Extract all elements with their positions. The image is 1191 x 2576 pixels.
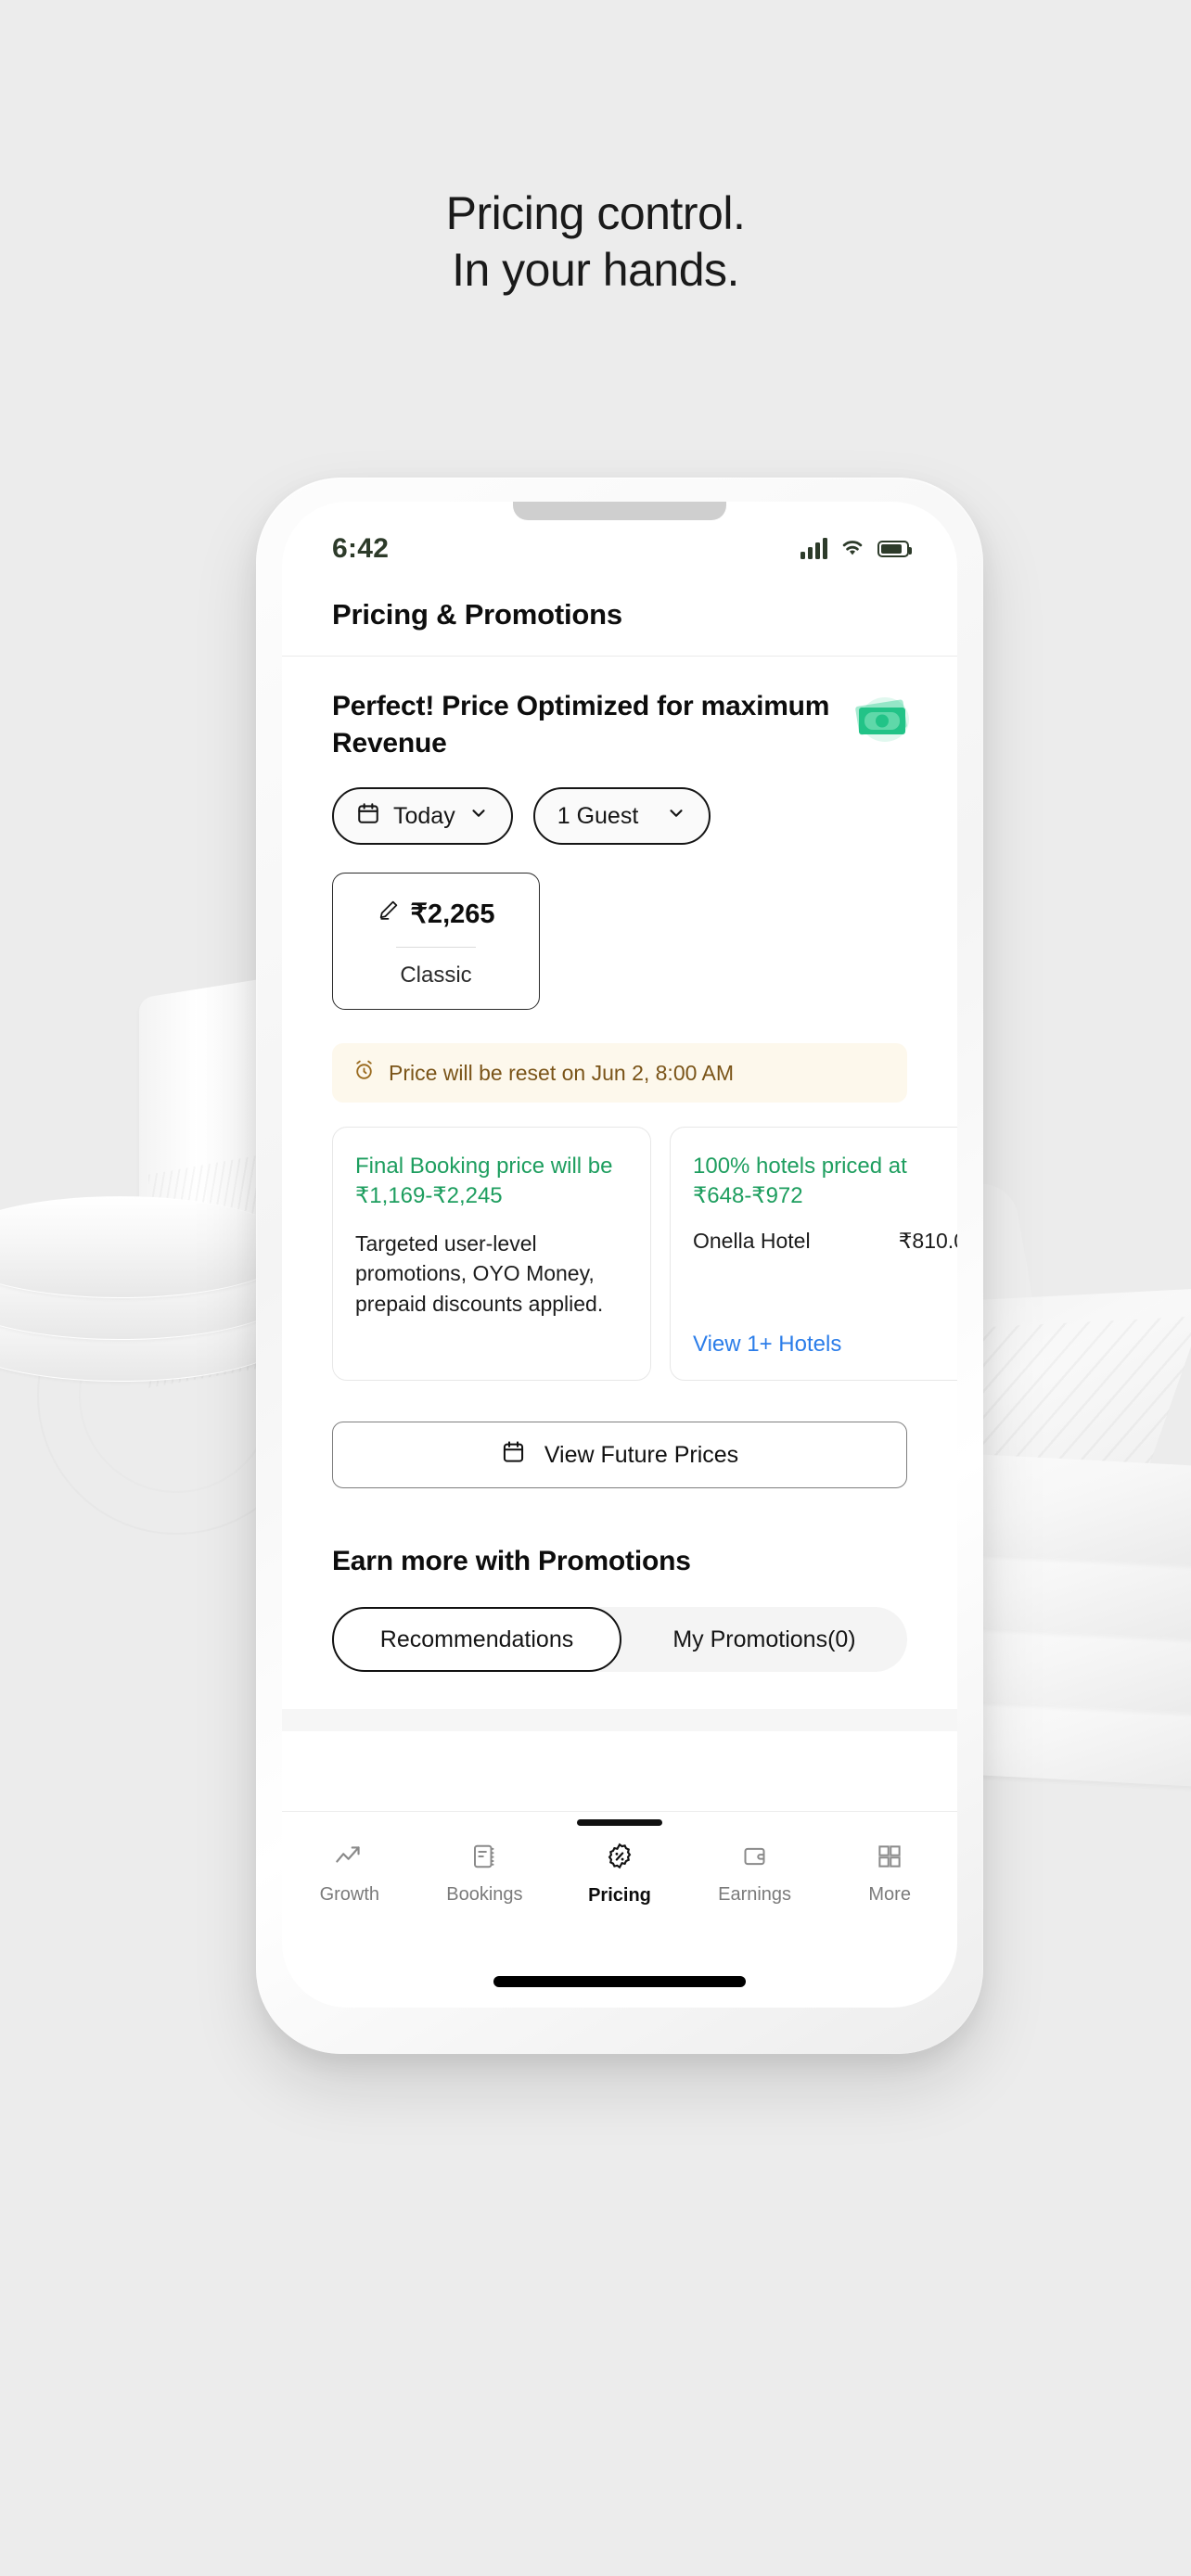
content-spacer — [282, 1672, 957, 1710]
calendar-icon — [356, 801, 380, 832]
final-booking-price-body: Targeted user-level promotions, OYO Mone… — [355, 1231, 604, 1316]
hotel-row: Onella Hotel ₹810.0 — [693, 1229, 957, 1254]
date-filter-label: Today — [393, 802, 455, 829]
active-tab-indicator — [577, 1819, 662, 1826]
hero-title: Perfect! Price Optimized for maximum Rev… — [332, 691, 830, 759]
wifi-icon — [839, 537, 865, 562]
nav-label-earnings: Earnings — [718, 1883, 792, 1905]
grid-menu-icon — [876, 1843, 903, 1875]
promotions-tabs: Recommendations My Promotions(0) — [332, 1607, 907, 1673]
promo-headline-line-2: In your hands. — [452, 244, 739, 296]
nav-label-growth: Growth — [319, 1883, 380, 1905]
guest-filter-label: 1 Guest — [557, 802, 639, 829]
hero-section: Perfect! Price Optimized for maximum Rev… — [282, 657, 957, 761]
pencil-edit-icon[interactable] — [377, 899, 400, 929]
phone-mockup: 6:42 Pricing & Promotions Perfect! Price… — [256, 478, 983, 2054]
page-content: Perfect! Price Optimized for maximum Rev… — [282, 657, 957, 1732]
battery-icon — [877, 541, 912, 557]
final-booking-price-heading: Final Booking price will be ₹1,169-₹2,24… — [355, 1154, 613, 1209]
chevron-down-icon — [666, 803, 686, 830]
hotels-priced-heading: 100% hotels priced at ₹648-₹972 — [693, 1154, 907, 1209]
promo-headline: Pricing control. In your hands. — [0, 185, 1191, 299]
view-future-prices-button[interactable]: View Future Prices — [332, 1422, 907, 1489]
view-future-prices-label: View Future Prices — [544, 1441, 739, 1468]
notebook-icon — [470, 1843, 498, 1875]
tab-recommendations-label: Recommendations — [379, 1626, 574, 1652]
tab-my-promotions[interactable]: My Promotions(0) — [621, 1607, 907, 1672]
promo-headline-line-1: Pricing control. — [445, 187, 746, 239]
promotions-section-title: Earn more with Promotions — [332, 1546, 691, 1577]
phone-notch — [513, 502, 726, 520]
room-price-card[interactable]: ₹2,265 Classic — [332, 873, 540, 1011]
filter-chips: Today 1 Guest — [282, 761, 957, 846]
alarm-clock-icon — [352, 1059, 376, 1087]
app-header: Pricing & Promotions — [282, 580, 957, 657]
info-cards-row: Final Booking price will be ₹1,169-₹2,24… — [282, 1103, 957, 1382]
bottom-navigation: Growth Bookings Pricing Earnings More — [282, 1811, 957, 1928]
nav-item-bookings[interactable]: Bookings — [417, 1843, 553, 1906]
money-banknote-icon — [848, 692, 915, 747]
hotel-name: Onella Hotel — [693, 1228, 811, 1253]
room-price-value: ₹2,265 — [410, 899, 495, 930]
price-card-divider — [396, 947, 476, 949]
nav-label-pricing: Pricing — [588, 1884, 651, 1906]
guest-filter-chip[interactable]: 1 Guest — [532, 787, 711, 846]
room-type-label: Classic — [400, 963, 472, 988]
phone-screen: 6:42 Pricing & Promotions Perfect! Price… — [282, 502, 957, 2008]
hotels-priced-card: 100% hotels priced at ₹648-₹972 Onella H… — [670, 1127, 957, 1382]
hotel-price: ₹810.0 — [898, 1228, 957, 1253]
chevron-down-icon — [468, 803, 489, 830]
nav-item-pricing[interactable]: Pricing — [552, 1842, 687, 1906]
nav-item-earnings[interactable]: Earnings — [687, 1843, 823, 1906]
tab-my-promotions-label: My Promotions(0) — [672, 1626, 856, 1652]
price-row: ₹2,265 — [342, 898, 530, 930]
wallet-icon — [740, 1843, 769, 1875]
date-filter-chip[interactable]: Today — [332, 787, 513, 846]
nav-item-more[interactable]: More — [822, 1843, 957, 1906]
home-indicator — [493, 1976, 746, 1987]
discount-badge-icon — [605, 1842, 634, 1876]
cellular-signal-icon — [800, 538, 827, 559]
calendar-icon — [501, 1439, 526, 1471]
content-bottom-strip — [282, 1709, 957, 1732]
final-booking-price-card: Final Booking price will be ₹1,169-₹2,24… — [332, 1127, 651, 1382]
trending-up-icon — [334, 1843, 365, 1875]
page-title: Pricing & Promotions — [332, 598, 622, 631]
nav-label-more: More — [868, 1883, 911, 1905]
nav-label-bookings: Bookings — [446, 1883, 523, 1905]
view-hotels-link[interactable]: View 1+ Hotels — [693, 1332, 841, 1358]
price-reset-alert-text: Price will be reset on Jun 2, 8:00 AM — [389, 1060, 735, 1085]
status-bar-icons — [800, 537, 912, 562]
price-reset-alert: Price will be reset on Jun 2, 8:00 AM — [332, 1043, 907, 1103]
status-bar-time: 6:42 — [332, 533, 390, 564]
nav-item-growth[interactable]: Growth — [282, 1843, 417, 1906]
tab-recommendations[interactable]: Recommendations — [332, 1607, 621, 1673]
